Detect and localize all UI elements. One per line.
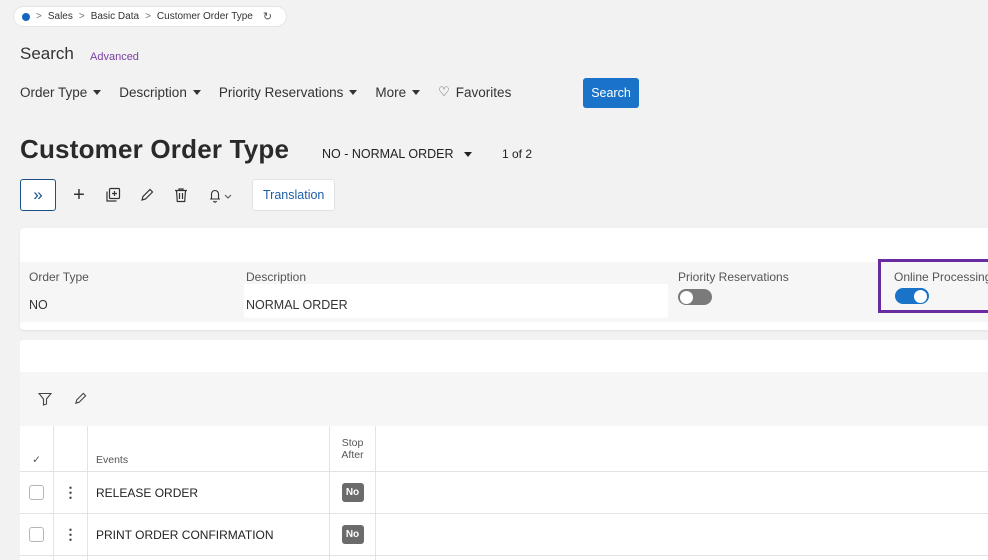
favorites-button[interactable]: ♡ Favorites bbox=[438, 84, 511, 100]
caret-down-icon bbox=[192, 89, 201, 95]
filter-label: More bbox=[375, 84, 407, 100]
filter-order-type[interactable]: Order Type bbox=[20, 84, 102, 100]
row-checkbox[interactable] bbox=[29, 527, 44, 542]
events-grid: ✓ Events Stop After ⋮ RELEASE ORDER No ⋮… bbox=[20, 426, 988, 560]
translation-button[interactable]: Translation bbox=[252, 179, 336, 211]
row-cell bbox=[88, 556, 330, 560]
double-chevron-right-icon: » bbox=[33, 185, 43, 204]
kebab-menu-icon[interactable]: ⋮ bbox=[64, 526, 78, 543]
expand-navigator-button[interactable]: » bbox=[20, 179, 56, 211]
grid-header-row: ✓ Events Stop After bbox=[20, 426, 988, 472]
refresh-icon[interactable]: ↻ bbox=[263, 10, 272, 23]
search-button[interactable]: Search bbox=[583, 78, 639, 108]
edit-icon[interactable] bbox=[130, 188, 164, 202]
header-form-card: Order Type NO Description NORMAL ORDER P… bbox=[20, 228, 988, 330]
add-icon[interactable]: + bbox=[62, 184, 96, 207]
events-card: ✓ Events Stop After ⋮ RELEASE ORDER No ⋮… bbox=[20, 340, 988, 560]
filter-priority-reservations[interactable]: Priority Reservations bbox=[219, 85, 358, 100]
favorites-label: Favorites bbox=[455, 84, 512, 100]
stop-after-label-line1: Stop bbox=[341, 436, 364, 449]
kebab-menu-icon[interactable]: ⋮ bbox=[64, 484, 78, 501]
advanced-search-link[interactable]: Advanced bbox=[90, 51, 139, 63]
record-count: 1 of 2 bbox=[502, 147, 533, 161]
column-header-stop-after[interactable]: Stop After bbox=[330, 426, 376, 471]
caret-down-icon bbox=[463, 151, 472, 157]
highlight-box bbox=[878, 259, 988, 313]
home-icon[interactable] bbox=[22, 12, 30, 21]
stop-after-badge: No bbox=[341, 525, 364, 544]
description-label: Description bbox=[246, 270, 307, 284]
stop-after-badge: No bbox=[341, 483, 364, 502]
heart-icon: ♡ bbox=[438, 84, 450, 99]
event-cell: RELEASE ORDER bbox=[88, 472, 330, 513]
row-cell bbox=[54, 556, 88, 560]
breadcrumb-item-customer-order-type: Customer Order Type bbox=[156, 11, 253, 22]
separator-icon: > bbox=[78, 11, 85, 22]
row-menu-cell: ⋮ bbox=[54, 472, 88, 513]
filter-icon[interactable] bbox=[37, 392, 53, 409]
filter-label: Priority Reservations bbox=[218, 84, 344, 100]
row-checkbox-cell bbox=[20, 514, 54, 555]
breadcrumb-item-basic-data[interactable]: Basic Data bbox=[91, 11, 139, 22]
table-row[interactable]: ⋮ PRINT ORDER CONFIRMATION No bbox=[20, 514, 988, 556]
caret-down-icon bbox=[349, 89, 358, 95]
edit-icon[interactable] bbox=[74, 392, 87, 409]
filter-label: Order Type bbox=[20, 84, 88, 100]
table-row[interactable]: ⋮ RELEASE ORDER No bbox=[20, 472, 988, 514]
order-type-value: NO bbox=[29, 298, 48, 312]
record-selector-value: NO - NORMAL ORDER bbox=[322, 147, 454, 161]
row-checkbox-cell bbox=[20, 472, 54, 513]
stop-after-cell: No bbox=[330, 472, 376, 513]
breadcrumb-item-sales[interactable]: Sales bbox=[48, 11, 73, 22]
events-card-header bbox=[20, 340, 988, 372]
separator-icon: > bbox=[36, 11, 42, 22]
page-title: Customer Order Type bbox=[20, 134, 290, 164]
priority-reservations-label: Priority Reservations bbox=[678, 270, 789, 284]
separator-icon: > bbox=[145, 11, 151, 22]
grid-header-spacer bbox=[54, 426, 88, 471]
order-type-label: Order Type bbox=[29, 270, 89, 284]
caret-down-icon bbox=[93, 89, 102, 95]
description-value: NORMAL ORDER bbox=[246, 298, 348, 312]
record-selector[interactable]: NO - NORMAL ORDER bbox=[322, 147, 472, 161]
column-header-events[interactable]: Events bbox=[88, 426, 330, 471]
search-title: Search bbox=[20, 44, 74, 63]
command-toolbar: » + Translation bbox=[20, 178, 336, 212]
caret-down-icon bbox=[412, 89, 421, 95]
delete-icon[interactable] bbox=[164, 187, 198, 203]
toggle-knob bbox=[680, 290, 693, 304]
filter-label: Description bbox=[119, 84, 187, 100]
row-checkbox[interactable] bbox=[29, 485, 44, 500]
select-all-checkmark-icon[interactable]: ✓ bbox=[20, 426, 54, 471]
breadcrumb: > Sales > Basic Data > Customer Order Ty… bbox=[14, 7, 287, 26]
event-cell: PRINT ORDER CONFIRMATION bbox=[88, 514, 330, 555]
grid-toolbar bbox=[37, 392, 87, 409]
table-row-partial bbox=[20, 556, 988, 560]
row-cell bbox=[20, 556, 54, 560]
filter-more[interactable]: More bbox=[375, 84, 421, 100]
notification-bell-icon[interactable] bbox=[198, 187, 242, 203]
duplicate-icon[interactable] bbox=[96, 187, 130, 203]
row-menu-cell: ⋮ bbox=[54, 514, 88, 555]
row-cell bbox=[330, 556, 376, 560]
header-form-body: Order Type NO Description NORMAL ORDER P… bbox=[20, 262, 988, 322]
priority-reservations-toggle[interactable] bbox=[678, 289, 712, 305]
filter-description[interactable]: Description bbox=[119, 85, 201, 100]
stop-after-cell: No bbox=[330, 514, 376, 555]
search-filter-bar: Order Type Description Priority Reservat… bbox=[20, 84, 529, 100]
stop-after-label-line2: After bbox=[341, 448, 364, 461]
